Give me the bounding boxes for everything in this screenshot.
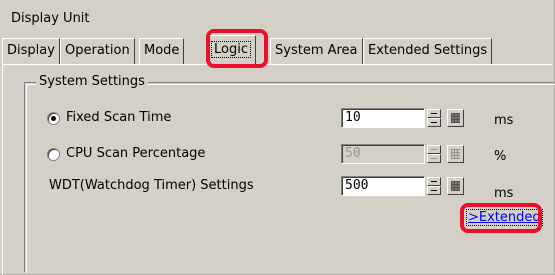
cpu-scan-unit: %	[494, 149, 507, 164]
window-title: Display Unit	[11, 11, 90, 26]
fixed-scan-calculator-icon[interactable]	[447, 109, 464, 127]
wdt-calculator-icon[interactable]	[447, 177, 464, 195]
display-unit-panel: Display Unit Display Operation Mode Logi…	[0, 0, 555, 275]
tab-display[interactable]: Display	[2, 38, 60, 64]
cpu-scan-input: 50	[341, 144, 425, 164]
tab-extended-settings[interactable]: Extended Settings	[363, 38, 493, 64]
radio-selected-dot	[51, 116, 56, 121]
system-settings-legend: System Settings	[36, 74, 148, 89]
fixed-scan-radio[interactable]	[47, 112, 60, 125]
spin-up-icon[interactable]	[427, 109, 441, 118]
wdt-spinner[interactable]	[427, 177, 441, 195]
logic-tab-highlight	[206, 29, 268, 68]
calculator-icon	[451, 181, 460, 191]
tab-operation[interactable]: Operation	[60, 38, 135, 64]
spin-down-icon	[427, 154, 441, 163]
cpu-scan-spinner	[427, 145, 441, 163]
fixed-scan-input[interactable]: 10	[341, 108, 425, 128]
fixed-scan-spinner[interactable]	[427, 109, 441, 127]
extended-link-highlight	[460, 203, 542, 233]
cpu-scan-label: CPU Scan Percentage	[66, 146, 206, 161]
calculator-icon	[451, 149, 460, 159]
fixed-scan-label: Fixed Scan Time	[66, 110, 172, 125]
wdt-unit: ms	[494, 186, 514, 201]
spin-up-icon[interactable]	[427, 177, 441, 186]
tab-system-area[interactable]: System Area	[270, 38, 363, 64]
tab-mode[interactable]: Mode	[139, 38, 185, 64]
cpu-scan-calculator-icon	[447, 145, 464, 163]
spin-down-icon[interactable]	[427, 186, 441, 195]
spin-up-icon	[427, 145, 441, 154]
fixed-scan-unit: ms	[494, 113, 514, 128]
calculator-icon	[451, 113, 460, 123]
wdt-input[interactable]: 500	[341, 176, 425, 196]
wdt-label: WDT(Watchdog Timer) Settings	[49, 178, 254, 193]
spin-down-icon[interactable]	[427, 118, 441, 127]
cpu-scan-radio[interactable]	[47, 148, 60, 161]
